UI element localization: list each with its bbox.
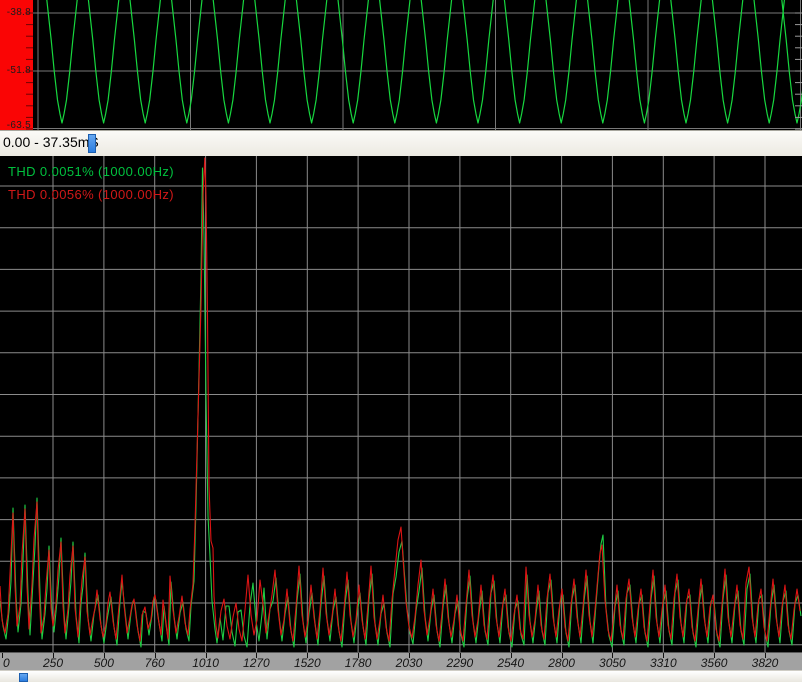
freq-tick-label: 2290: [446, 656, 474, 670]
spectrum-plot: [0, 156, 802, 652]
wave-y-tick-label: -38.8: [6, 7, 31, 18]
freq-tick-label: 2540: [497, 656, 525, 670]
freq-tick-label: 0: [3, 656, 10, 670]
thd-readout-green: THD 0.0051% (1000.00Hz): [8, 164, 174, 179]
freq-tick-label: 3820: [751, 656, 779, 670]
freq-tick-label: 3560: [700, 656, 728, 670]
freq-tick-label: 1270: [243, 656, 270, 670]
freq-tick-label: 250: [42, 656, 64, 670]
wave-y-tick-label: -63.5: [6, 120, 31, 131]
audio-analyzer-window: -38.8 -51.8 -63.5 0.00 - 37.35mS THD 0.0…: [0, 0, 802, 682]
freq-tick-label: 1010: [192, 656, 219, 670]
waveform-panel: -38.8 -51.8 -63.5: [0, 0, 802, 131]
freq-tick-label: 2800: [548, 656, 575, 670]
time-scroll-thumb[interactable]: [88, 134, 96, 153]
wave-y-tick-label: -51.8: [6, 65, 31, 76]
freq-tick-label: 3310: [649, 656, 677, 670]
time-scrollbar[interactable]: 0.00 - 37.35mS: [0, 130, 802, 156]
frequency-scroll-thumb[interactable]: [19, 673, 28, 682]
freq-tick-label: 760: [144, 656, 165, 670]
freq-tick-label: 3050: [599, 656, 626, 670]
time-range-label: 0.00 - 37.35mS: [3, 134, 99, 150]
frequency-scrollbar[interactable]: [0, 670, 802, 682]
frequency-axis: 0 250 500 760 1010 1270 1520 1780 2030 2290 2540 28…: [0, 652, 802, 670]
freq-tick-label: 1520: [293, 656, 321, 670]
freq-tick-label: 1780: [344, 656, 372, 670]
waveform-plot: [0, 0, 802, 130]
thd-readout-red: THD 0.0056% (1000.00Hz): [8, 187, 174, 202]
spectrum-panel: THD 0.0051% (1000.00Hz) THD 0.0056% (100…: [0, 156, 802, 652]
freq-tick-label: 2030: [395, 656, 423, 670]
freq-tick-label: 500: [93, 656, 114, 670]
